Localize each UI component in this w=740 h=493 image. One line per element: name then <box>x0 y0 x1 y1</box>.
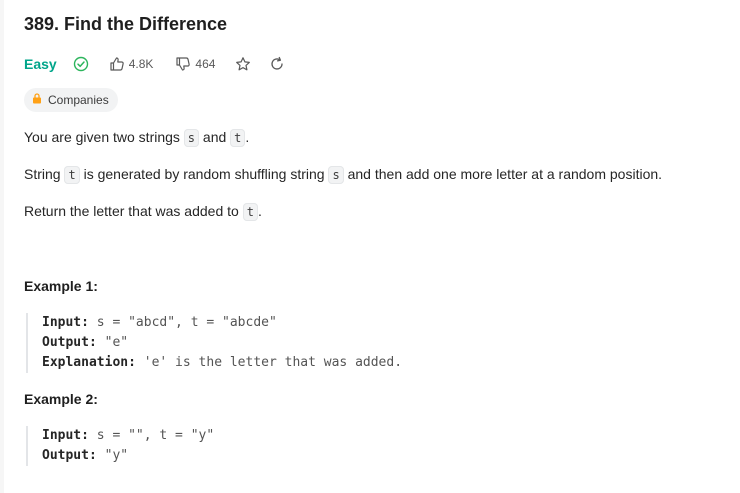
example-2-block: Input: s = "", t = "y" Output: "y" <box>26 426 214 466</box>
example-1-block: Input: s = "abcd", t = "abcde" Output: "… <box>26 313 402 373</box>
text: String <box>24 166 65 182</box>
lock-icon <box>32 93 42 107</box>
companies-label: Companies <box>48 93 109 107</box>
check-circle-icon <box>73 56 89 72</box>
input-value: s = "", t = "y" <box>88 428 215 443</box>
inline-code: s <box>183 129 200 147</box>
like-count: 4.8K <box>128 57 154 71</box>
problem-meta-bar: Easy 4.8K 464 <box>24 54 285 74</box>
example-input-line: Input: s = "abcd", t = "abcde" <box>42 313 402 333</box>
input-label: Input: <box>42 428 89 443</box>
text: . <box>257 203 262 219</box>
output-value: "e" <box>96 335 129 350</box>
description-paragraph-1: You are given two strings s and t. <box>24 129 250 147</box>
input-value: s = "abcd", t = "abcde" <box>88 315 277 330</box>
output-value: "y" <box>96 448 129 463</box>
thumbs-up-icon <box>109 56 125 72</box>
dislike-count: 464 <box>195 57 216 71</box>
text: Return the letter that was added to <box>24 203 243 219</box>
description-paragraph-3: Return the letter that was added to t. <box>24 203 262 221</box>
difficulty-badge: Easy <box>24 56 57 72</box>
example-2-heading: Example 2: <box>24 391 98 407</box>
text: and then add one more letter at a random… <box>343 166 663 182</box>
problem-title: 389. Find the Difference <box>24 14 228 34</box>
input-label: Input: <box>42 315 89 330</box>
inline-code: t <box>64 166 80 184</box>
star-icon[interactable] <box>235 56 251 72</box>
thumbs-down-icon <box>175 56 191 72</box>
inline-code: t <box>230 129 246 147</box>
explanation-label: Explanation: <box>42 355 136 370</box>
output-label: Output: <box>42 448 97 463</box>
problem-description-panel: 389. Find the Difference Easy 4.8K 464 C… <box>0 0 740 493</box>
example-output-line: Output: "y" <box>42 446 214 466</box>
text: is generated by random shuffling string <box>79 166 329 182</box>
example-input-line: Input: s = "", t = "y" <box>42 426 214 446</box>
text: and <box>199 129 231 145</box>
example-output-line: Output: "e" <box>42 333 402 353</box>
left-rail <box>0 0 4 493</box>
example-1-heading: Example 1: <box>24 278 98 294</box>
companies-tag[interactable]: Companies <box>24 88 118 112</box>
inline-code: s <box>328 166 344 184</box>
text: . <box>245 129 250 145</box>
inline-code: t <box>242 203 258 221</box>
description-paragraph-2: String t is generated by random shufflin… <box>24 166 663 184</box>
refresh-icon[interactable] <box>269 56 285 72</box>
output-label: Output: <box>42 335 97 350</box>
text: You are given two strings <box>24 129 184 145</box>
explanation-value: 'e' is the letter that was added. <box>135 355 403 370</box>
example-explanation-line: Explanation: 'e' is the letter that was … <box>42 353 402 373</box>
dislike-button[interactable]: 464 <box>175 56 215 72</box>
like-button[interactable]: 4.8K <box>109 56 154 72</box>
